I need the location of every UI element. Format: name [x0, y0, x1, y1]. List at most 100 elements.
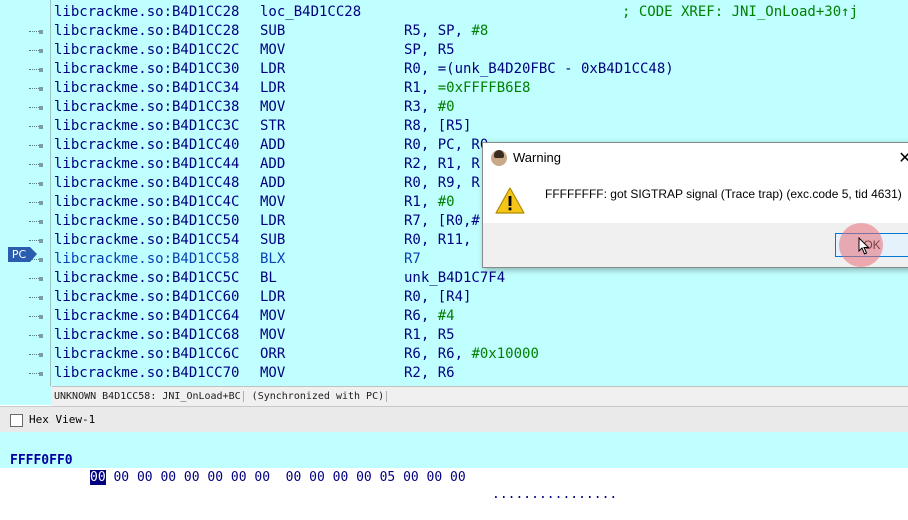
hex-view-titlebar: Hex View-1 [0, 406, 908, 433]
operand-text: R0, R9, R [404, 175, 480, 191]
instruction-address: libcrackme.so:B4D1CC4C [54, 194, 240, 210]
disasm-line[interactable]: libcrackme.so:B4D1CC28 loc_B4D1CC28 ; CODE… [0, 3, 908, 22]
instruction-address: libcrackme.so:B4D1CC28 [54, 23, 240, 39]
disasm-line[interactable]: libcrackme.so:B4D1CC3C STR R8, [R5] [0, 117, 908, 136]
instruction-operands: R2, R6 [404, 364, 455, 383]
breakpoint-dot-icon[interactable] [39, 30, 43, 34]
operand-text: R1, R5 [404, 327, 455, 343]
breakpoint-dot-icon[interactable] [39, 125, 43, 129]
flow-arrow-icon [29, 297, 39, 299]
operand-text: R6, R6, [404, 346, 472, 362]
flow-arrow-icon [29, 240, 39, 242]
hex-ascii: ................ [492, 487, 618, 502]
instruction-address: libcrackme.so:B4D1CC58 [54, 251, 240, 267]
flow-arrow-icon [29, 126, 39, 128]
warning-dialog: Warning ✕ FFFFFFFF: got SIGTRAP signal (… [482, 142, 908, 268]
instruction-operands: R1, R5 [404, 326, 455, 345]
breakpoint-dot-icon[interactable] [39, 163, 43, 167]
disasm-line[interactable]: libcrackme.so:B4D1CC28 SUB R5, SP, #8 [0, 22, 908, 41]
instruction-address: libcrackme.so:B4D1CC3C [54, 118, 240, 134]
operand-text: R8, [R5] [404, 118, 472, 134]
operand-text: R7 [404, 251, 421, 267]
xref-comment[interactable]: ; CODE XREF: JNI_OnLoad+30↑j [622, 3, 858, 22]
instruction-operands: R0, R9, R [404, 174, 480, 193]
disasm-line[interactable]: libcrackme.so:B4D1CC68 MOV R1, R5 [0, 326, 908, 345]
instruction-address: libcrackme.so:B4D1CC70 [54, 365, 240, 381]
flow-arrow-icon [29, 107, 39, 109]
hex-view[interactable]: FFFF0FF0 00 00 00 00 00 00 00 00 00 00 0… [0, 432, 908, 502]
operand-immediate: #4 [437, 308, 455, 324]
hex-bytes: 00 00 00 00 00 00 00 00 00 00 00 00 05 0… [90, 469, 466, 486]
breakpoint-dot-icon[interactable] [39, 315, 43, 319]
disasm-status-bar: UNKNOWN B4D1CC58: JNI_OnLoad+BC (Synchro… [52, 386, 908, 406]
breakpoint-dot-icon[interactable] [39, 220, 43, 224]
operand-text: R7, [R0,# [404, 213, 480, 229]
instruction-address: libcrackme.so:B4D1CC34 [54, 80, 240, 96]
instruction-operands: R0, =(unk_B4D20FBC - 0xB4D1CC48) [404, 60, 674, 79]
breakpoint-dot-icon[interactable] [39, 49, 43, 53]
disasm-line[interactable]: libcrackme.so:B4D1CC30 LDR R0, =(unk_B4D20… [0, 60, 908, 79]
instruction-address: libcrackme.so:B4D1CC44 [54, 156, 240, 172]
disasm-line[interactable]: libcrackme.so:B4D1CC60 LDR R0, [R4] [0, 288, 908, 307]
app-avatar-icon [491, 150, 507, 166]
breakpoint-dot-icon[interactable] [39, 68, 43, 72]
operand-text: R2, R1, R [404, 156, 480, 172]
operand-immediate: =0xFFFFB6E8 [437, 80, 531, 96]
instruction-mnemonic: LDR [260, 289, 286, 305]
disasm-line[interactable]: libcrackme.so:B4D1CC5C BL unk_B4D1C7F4 [0, 269, 908, 288]
pc-indicator: PC [8, 247, 37, 262]
disasm-line[interactable]: libcrackme.so:B4D1CC34 LDR R1, =0xFFFFB6E8 [0, 79, 908, 98]
operand-immediate: #0x10000 [471, 346, 539, 362]
close-icon[interactable]: ✕ [895, 149, 908, 169]
breakpoint-dot-icon[interactable] [39, 334, 43, 338]
breakpoint-dot-icon[interactable] [39, 353, 43, 357]
hex-byte-values: 00 00 00 00 00 00 00 00 00 00 00 05 00 0… [105, 470, 466, 485]
operand-text: R0, [R4] [404, 289, 472, 305]
disasm-line[interactable]: libcrackme.so:B4D1CC2C MOV SP, R5 [0, 41, 908, 60]
instruction-mnemonic: SUB [260, 232, 286, 248]
breakpoint-dot-icon[interactable] [39, 239, 43, 243]
status-location: UNKNOWN B4D1CC58: JNI_OnLoad+BC [52, 391, 244, 402]
disasm-line[interactable]: libcrackme.so:B4D1CC6C ORR R6, R6, #0x1000… [0, 345, 908, 364]
operand-text: R1, [404, 80, 438, 96]
breakpoint-dot-icon[interactable] [39, 372, 43, 376]
hex-selected-byte[interactable]: 00 [90, 470, 106, 485]
breakpoint-dot-icon[interactable] [39, 87, 43, 91]
instruction-operands: R2, R1, R [404, 155, 480, 174]
instruction-mnemonic: ADD [260, 156, 286, 172]
disasm-line[interactable]: libcrackme.so:B4D1CC64 MOV R6, #4 [0, 307, 908, 326]
instruction-address: libcrackme.so:B4D1CC60 [54, 289, 240, 305]
operand-text: R0, =(unk_B4D20FBC - 0xB4D1CC48) [404, 61, 674, 77]
operand-immediate: #8 [471, 23, 489, 39]
breakpoint-dot-icon[interactable] [39, 144, 43, 148]
operand-text: R3, [404, 99, 438, 115]
instruction-mnemonic: LDR [260, 61, 286, 77]
breakpoint-dot-icon[interactable] [39, 201, 43, 205]
instruction-address: libcrackme.so:B4D1CC38 [54, 99, 240, 115]
gutter-footer [0, 386, 52, 405]
instruction-mnemonic: ORR [260, 346, 286, 362]
instruction-address: libcrackme.so:B4D1CC28 [54, 4, 240, 20]
flow-arrow-icon [29, 183, 39, 185]
breakpoint-dot-icon[interactable] [39, 258, 43, 262]
flow-arrow-icon [29, 88, 39, 90]
hex-view-tab[interactable]: Hex View-1 [10, 412, 95, 428]
operand-text: SP, R5 [404, 42, 455, 58]
instruction-mnemonic: MOV [260, 365, 286, 381]
dialog-title: Warning [513, 150, 561, 165]
instruction-operands: R1, =0xFFFFB6E8 [404, 79, 530, 98]
instruction-operands: R7 [404, 250, 421, 269]
breakpoint-dot-icon[interactable] [39, 296, 43, 300]
operand-text: R2, R6 [404, 365, 455, 381]
disasm-line[interactable]: libcrackme.so:B4D1CC38 MOV R3, #0 [0, 98, 908, 117]
flow-arrow-icon [29, 316, 39, 318]
breakpoint-dot-icon[interactable] [39, 182, 43, 186]
operand-text: R0, PC, R0 [404, 137, 489, 153]
instruction-mnemonic: BLX [260, 251, 286, 267]
window-icon [10, 413, 23, 427]
instruction-address: libcrackme.so:B4D1CC40 [54, 137, 240, 153]
disasm-line[interactable]: libcrackme.so:B4D1CC70 MOV R2, R6 [0, 364, 908, 383]
breakpoint-dot-icon[interactable] [39, 277, 43, 281]
breakpoint-dot-icon[interactable] [39, 106, 43, 110]
instruction-address: libcrackme.so:B4D1CC2C [54, 42, 240, 58]
